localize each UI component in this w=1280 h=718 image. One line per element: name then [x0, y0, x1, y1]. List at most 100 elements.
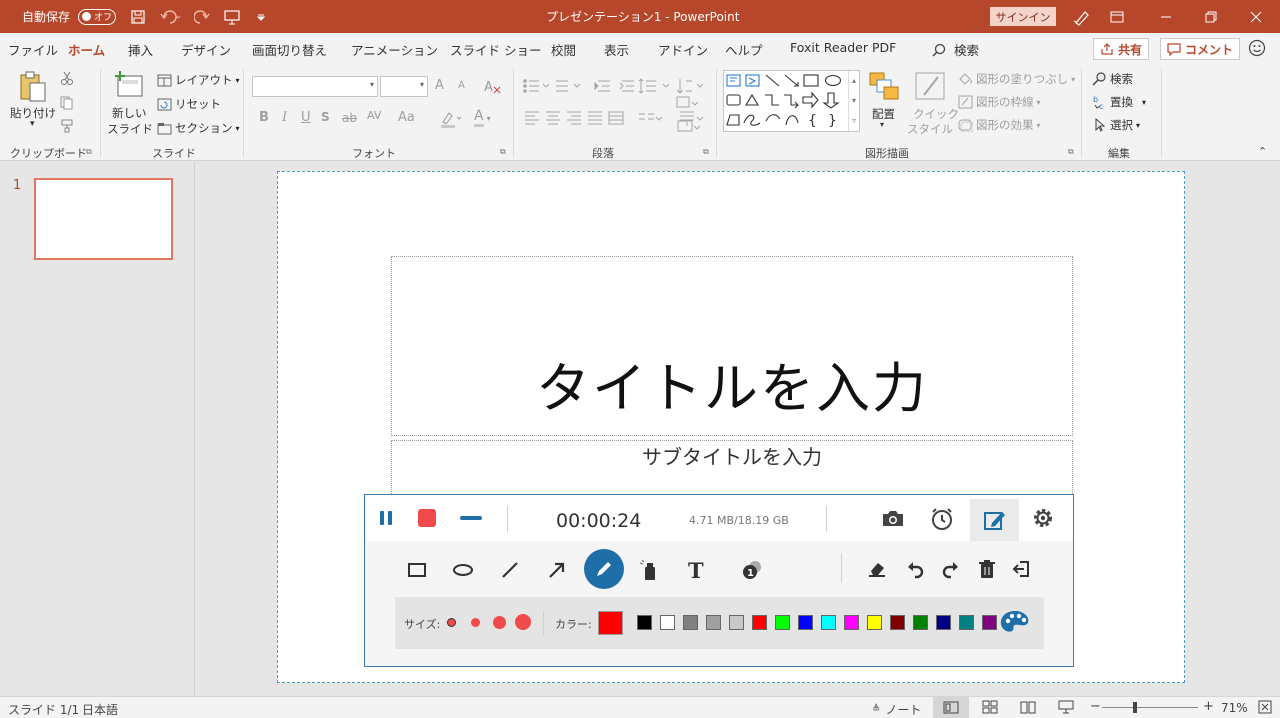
layout-button[interactable]: レイアウト ▾ — [157, 72, 240, 88]
color-swatch[interactable] — [729, 615, 744, 630]
tab-insert[interactable]: 挿入 — [128, 40, 153, 59]
slide-thumbnail[interactable] — [34, 178, 173, 260]
clipboard-launcher-icon[interactable]: ⧉ — [86, 147, 92, 157]
tab-addins[interactable]: アドイン — [658, 40, 708, 59]
find-button[interactable]: 検索 — [1092, 71, 1133, 87]
section-button[interactable]: セクション ▾ — [157, 120, 240, 136]
shape-gallery-scroll[interactable]: ▴ ▾ ▿ — [848, 71, 859, 131]
redo-icon[interactable] — [939, 558, 963, 580]
shadow-button[interactable]: S — [321, 110, 330, 124]
paragraph-launcher-icon[interactable]: ⧉ — [703, 147, 709, 157]
tell-me-search[interactable]: 検索 — [932, 40, 979, 59]
shape-gallery[interactable]: { } ▴ ▾ ▿ — [723, 70, 860, 132]
undo-icon[interactable] — [903, 558, 927, 580]
stop-record-icon[interactable] — [416, 507, 438, 529]
shape-fill-button[interactable]: 図形の塗りつぶし ▾ — [958, 71, 1075, 87]
tab-review[interactable]: 校閲 — [551, 40, 576, 59]
color-swatch[interactable] — [959, 615, 974, 630]
zoom-level[interactable]: 71% — [1221, 701, 1248, 715]
camera-icon[interactable] — [880, 507, 906, 529]
italic-button[interactable]: I — [282, 110, 287, 125]
bold-button[interactable]: B — [259, 110, 269, 125]
size-option-1[interactable] — [447, 618, 456, 627]
shape-effects-button[interactable]: 図形の効果 ▾ — [958, 117, 1041, 133]
collapse-ribbon-icon[interactable]: ⌃ — [1258, 145, 1267, 158]
color-swatch[interactable] — [890, 615, 905, 630]
present-icon[interactable] — [224, 0, 240, 33]
color-swatch[interactable] — [867, 615, 882, 630]
zoom-slider[interactable] — [1102, 707, 1198, 708]
tab-view[interactable]: 表示 — [604, 40, 629, 59]
smartart-icon[interactable] — [674, 95, 708, 139]
highlighter-icon[interactable] — [637, 558, 661, 582]
ellipse-icon[interactable] — [451, 559, 475, 581]
font-launcher-icon[interactable]: ⧉ — [500, 147, 506, 157]
restore-icon[interactable] — [1205, 0, 1217, 33]
text-icon[interactable]: T — [684, 558, 710, 582]
pause-icon[interactable] — [375, 507, 397, 529]
tab-foxit[interactable]: Foxit Reader PDF — [790, 40, 896, 55]
pen-tool-icon[interactable] — [1073, 0, 1091, 33]
tab-help[interactable]: ヘルプ — [725, 40, 763, 59]
eraser-icon[interactable] — [865, 558, 889, 580]
annotate-tool-button[interactable] — [970, 499, 1019, 541]
color-swatch[interactable] — [637, 615, 652, 630]
highlight-color-icon[interactable] — [440, 110, 462, 128]
subtitle-placeholder[interactable]: サブタイトルを入力 — [391, 440, 1073, 500]
size-option-3[interactable] — [493, 616, 506, 629]
color-palette-icon[interactable] — [999, 609, 1031, 635]
quick-style-label-2[interactable]: スタイル — [907, 121, 953, 137]
tab-slideshow[interactable]: スライド ショー — [450, 40, 541, 59]
select-button[interactable]: 選択 ▾ — [1092, 117, 1140, 133]
comment-button[interactable]: コメント — [1160, 38, 1241, 60]
color-swatch[interactable] — [821, 615, 836, 630]
size-option-2[interactable] — [471, 618, 480, 627]
rectangle-icon[interactable] — [405, 559, 429, 581]
language-indicator[interactable]: 日本語 — [82, 701, 118, 718]
grow-font-button[interactable]: A — [435, 78, 444, 93]
drawing-launcher-icon[interactable]: ⧉ — [1068, 147, 1074, 157]
title-placeholder[interactable]: タイトルを入力 — [391, 256, 1073, 436]
line-icon[interactable] — [498, 559, 522, 581]
settings-gear-icon[interactable] — [1030, 506, 1056, 530]
color-swatch[interactable] — [660, 615, 675, 630]
copy-icon[interactable] — [60, 96, 76, 110]
color-swatch[interactable] — [844, 615, 859, 630]
paste-icon[interactable] — [18, 71, 48, 103]
quick-style-icon[interactable] — [914, 71, 946, 101]
color-swatch[interactable] — [706, 615, 721, 630]
arrange-icon[interactable] — [868, 71, 900, 101]
notes-button[interactable]: ≜ ノート — [872, 701, 921, 718]
number-icon[interactable]: 1 — [739, 558, 765, 582]
autosave-toggle[interactable]: オフ — [78, 0, 116, 33]
reset-button[interactable]: リセット — [157, 96, 221, 112]
share-button[interactable]: 共有 — [1093, 38, 1150, 60]
redo-icon[interactable] — [194, 0, 210, 33]
zoom-slider-thumb[interactable] — [1132, 702, 1137, 713]
trash-icon[interactable] — [975, 558, 999, 580]
paste-dropdown-icon[interactable]: ▾ — [30, 119, 35, 129]
color-swatch[interactable] — [775, 615, 790, 630]
quick-style-label-1[interactable]: クイック — [913, 106, 959, 122]
slideshow-view-icon[interactable] — [1058, 700, 1074, 714]
color-swatch[interactable] — [936, 615, 951, 630]
signin-button[interactable]: サインイン — [990, 7, 1056, 26]
tab-file[interactable]: ファイル — [8, 40, 58, 59]
tab-transitions[interactable]: 画面切り替え — [252, 40, 327, 59]
customize-toolbar-icon[interactable] — [256, 0, 266, 33]
undo-icon[interactable] — [160, 0, 182, 33]
reading-view-icon[interactable] — [1020, 700, 1036, 714]
char-spacing-button[interactable]: AV — [367, 109, 381, 122]
normal-view-icon[interactable] — [933, 697, 969, 718]
new-slide-label-2[interactable]: スライド — [107, 121, 153, 137]
clear-format-icon[interactable]: A — [483, 78, 501, 94]
underline-button[interactable]: U — [301, 110, 311, 125]
zoom-out-button[interactable]: − — [1090, 699, 1101, 714]
font-size-input[interactable]: ▾ — [380, 76, 428, 97]
new-slide-label-1[interactable]: 新しい — [112, 105, 147, 121]
strikethrough-button[interactable]: ab — [342, 111, 357, 125]
close-icon[interactable] — [1250, 0, 1262, 33]
color-swatch[interactable] — [982, 615, 997, 630]
color-swatch[interactable] — [683, 615, 698, 630]
replace-button[interactable]: bc 置換 ▾ — [1092, 94, 1146, 110]
